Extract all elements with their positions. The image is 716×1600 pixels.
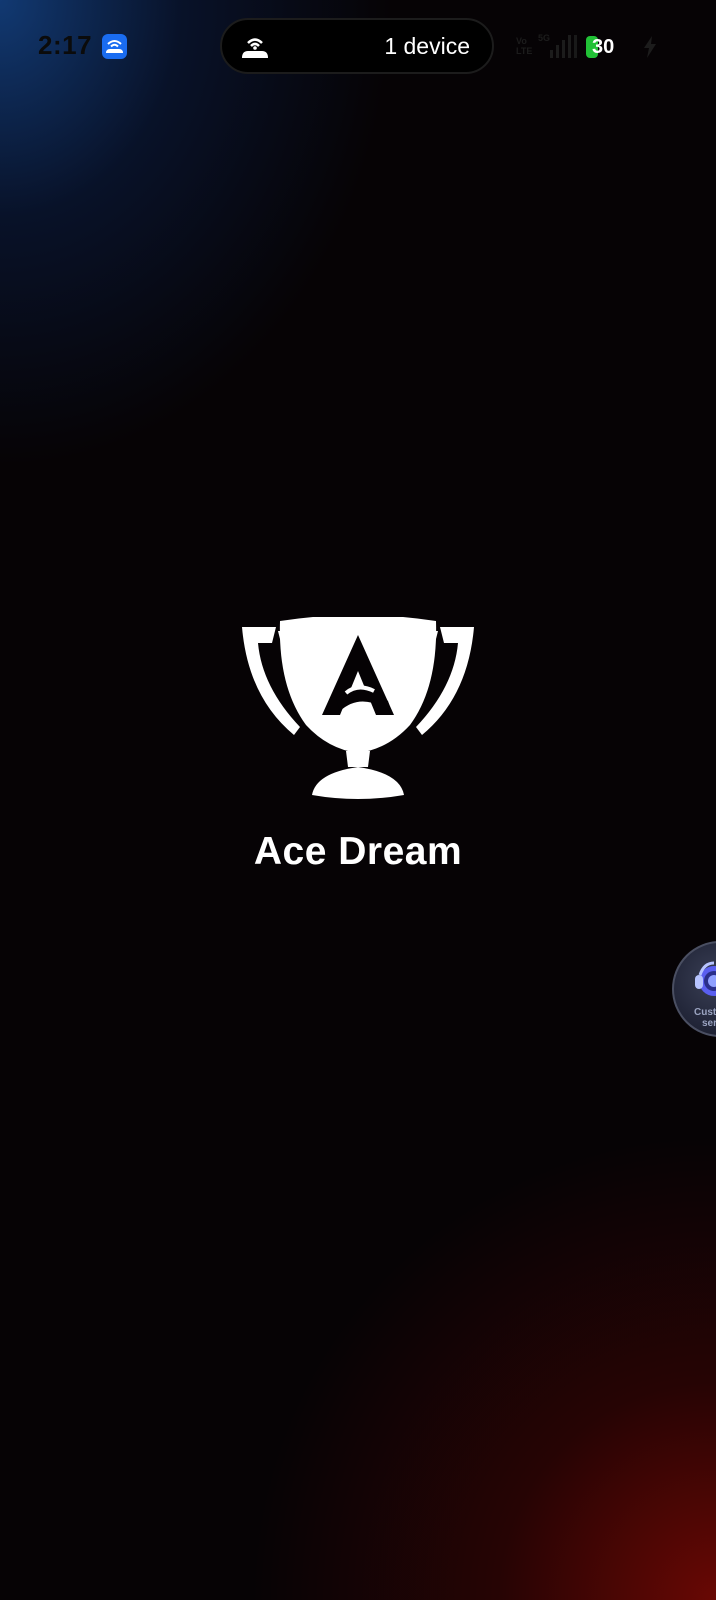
status-bar: 2:17 1 device Vo LTE 5G 30	[0, 0, 716, 92]
cs-label-line1: Cust	[694, 1007, 716, 1018]
cs-label-line2: ser	[702, 1018, 716, 1029]
battery-indicator: 30	[586, 36, 620, 58]
customer-service-label: Cust ser	[694, 1007, 716, 1029]
hotspot-icon	[240, 34, 270, 65]
status-time: 2:17	[38, 30, 93, 60]
customer-service-button[interactable]: Cust ser	[672, 941, 716, 1037]
svg-text:5G: 5G	[538, 33, 550, 43]
hotspot-device-count: 1 device	[384, 33, 470, 59]
splash-screen: 2:17 1 device Vo LTE 5G 30 Ace Dream Cus…	[0, 0, 716, 1600]
battery-percent: 30	[592, 36, 615, 58]
trophy-logo-icon	[242, 615, 474, 807]
hotspot-app-icon	[102, 34, 127, 59]
app-name-title: Ace Dream	[253, 830, 463, 873]
headset-icon	[690, 961, 716, 1010]
volte-indicator: Vo LTE	[516, 36, 533, 56]
cellular-signal-icon: 5G	[538, 32, 580, 65]
charging-bolt-icon	[643, 36, 657, 63]
hotspot-device-pill[interactable]: 1 device	[220, 18, 494, 74]
